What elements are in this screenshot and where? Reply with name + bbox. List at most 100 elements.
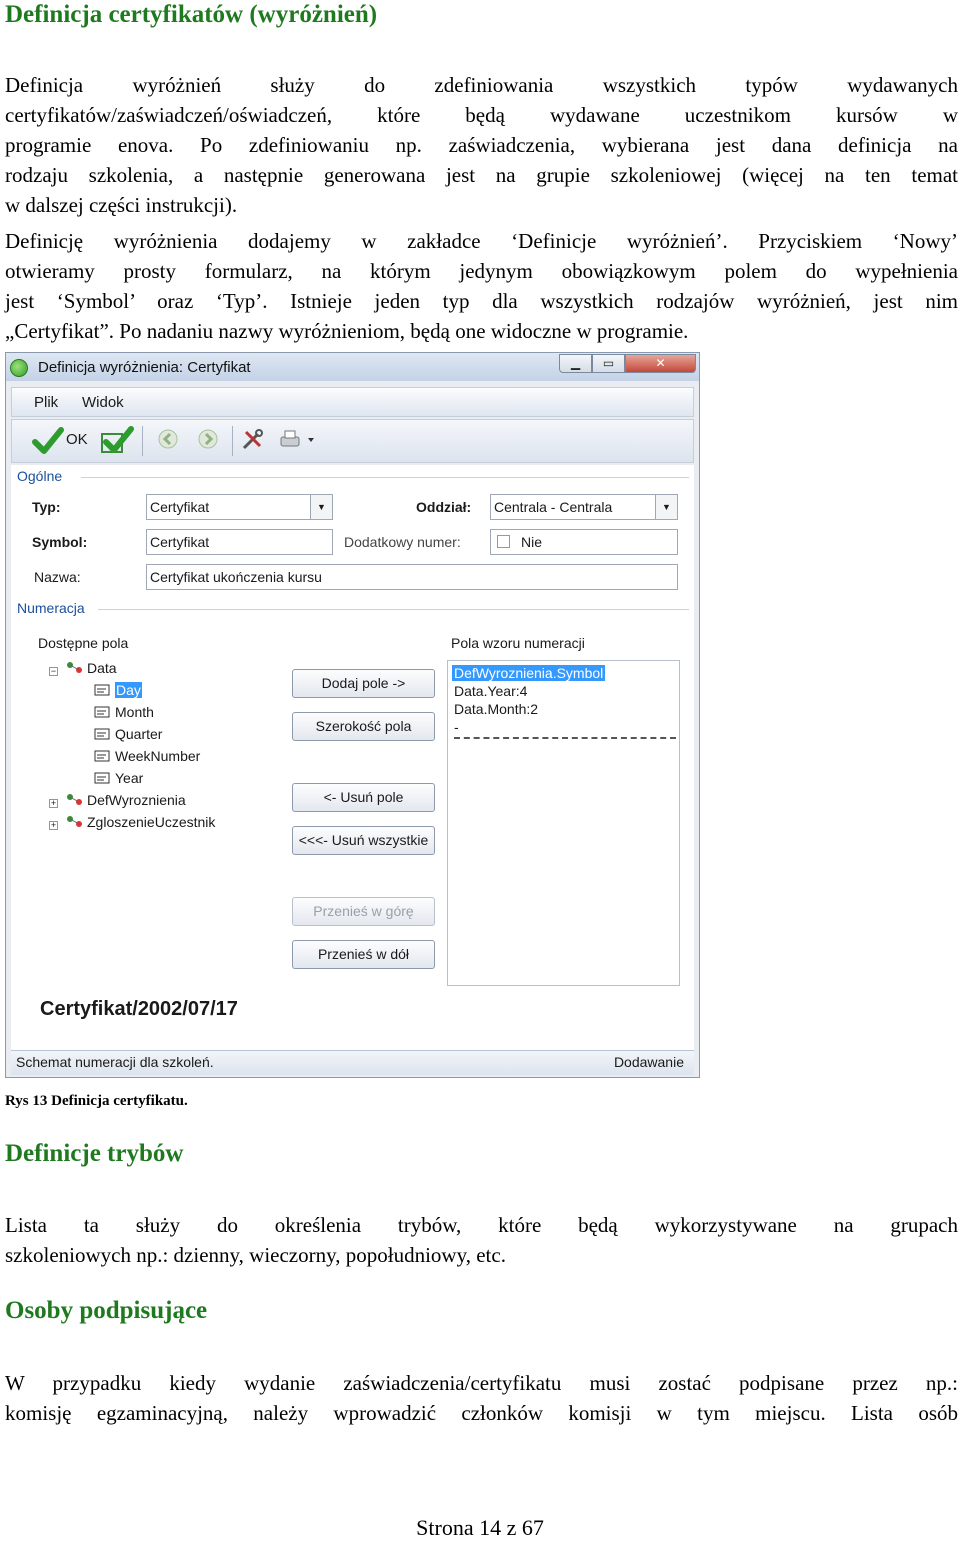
nazwa-input[interactable]: Certyfikat ukończenia kursu bbox=[146, 564, 678, 590]
toolbar: OK bbox=[11, 419, 694, 463]
typ-select[interactable]: Certyfikat ▼ bbox=[146, 494, 333, 520]
back-arrow-icon[interactable] bbox=[157, 428, 179, 453]
forward-arrow-icon[interactable] bbox=[197, 428, 219, 453]
paragraph-modes: Lista ta służy do określenia trybów, któ… bbox=[5, 1210, 958, 1270]
menu-widok[interactable]: Widok bbox=[82, 394, 124, 411]
tree-node-day[interactable]: Day bbox=[94, 682, 142, 698]
tree-node-label: Year bbox=[115, 770, 144, 786]
node-structure-icon bbox=[67, 794, 82, 805]
tree-node-label: Quarter bbox=[115, 726, 163, 742]
tree-node-data[interactable]: Data bbox=[66, 660, 117, 676]
menu-bar: Plik Widok bbox=[11, 387, 694, 417]
app-icon bbox=[10, 359, 28, 377]
minimize-button[interactable]: ▁ bbox=[559, 354, 592, 373]
dodatkowy-numer-checkbox[interactable] bbox=[497, 535, 510, 548]
paragraph-intro: Definicja wyróżnień służy do zdefiniowan… bbox=[5, 70, 958, 220]
nazwa-label: Nazwa: bbox=[34, 569, 81, 585]
available-fields-tree[interactable]: − Data Day Month Quarter WeekNumber Year… bbox=[42, 660, 292, 840]
field-icon bbox=[94, 684, 110, 696]
field-icon bbox=[94, 772, 110, 784]
section-heading-signers: Osoby podpisujące bbox=[5, 1297, 208, 1324]
move-down-button[interactable]: Przenieś w dół bbox=[292, 940, 435, 969]
save-check-icon[interactable] bbox=[100, 426, 134, 459]
tree-node-quarter[interactable]: Quarter bbox=[94, 726, 162, 742]
tree-node-label: WeekNumber bbox=[115, 748, 201, 764]
status-text: Schemat numeracji dla szkoleń. bbox=[16, 1054, 214, 1070]
window-title: Definicja wyróżnienia: Certyfikat bbox=[38, 359, 251, 376]
tree-node-label: DefWyroznienia bbox=[87, 792, 186, 808]
tree-node-zgloszenieuczestnik[interactable]: ZgloszenieUczestnik bbox=[66, 814, 215, 830]
tree-node-month[interactable]: Month bbox=[94, 704, 154, 720]
symbol-value: Certyfikat bbox=[150, 534, 210, 550]
dodatkowy-numer-value: Nie bbox=[521, 534, 543, 550]
node-structure-icon bbox=[67, 662, 82, 673]
symbol-label: Symbol: bbox=[32, 534, 88, 550]
text-line: w dalszej części instrukcji). bbox=[5, 193, 238, 217]
menu-plik[interactable]: Plik bbox=[34, 394, 58, 411]
paragraph-adding: Definicję wyróżnienia dodajemy w zakładc… bbox=[5, 226, 958, 346]
node-structure-icon bbox=[67, 816, 82, 827]
tree-node-label: Data bbox=[87, 660, 117, 676]
group-general-title: Ogólne bbox=[17, 468, 63, 484]
window-titlebar: Definicja wyróżnienia: Certyfikat ▁ ▭ ✕ bbox=[6, 353, 699, 381]
expand-icon[interactable]: + bbox=[49, 799, 58, 808]
remove-all-button[interactable]: <<<- Usuń wszystkie bbox=[292, 826, 435, 855]
field-icon bbox=[94, 706, 110, 718]
tree-node-defwyroznienia[interactable]: DefWyroznienia bbox=[66, 792, 186, 808]
text-line: certyfikatów/zaświadczeń/oświadczeń, któ… bbox=[5, 103, 958, 127]
field-width-button[interactable]: Szerokość pola bbox=[292, 712, 435, 741]
text-line: programie enova. Po zdefiniowaniu np. za… bbox=[5, 133, 958, 157]
chevron-down-icon[interactable]: ▼ bbox=[655, 495, 677, 519]
tools-icon[interactable] bbox=[240, 428, 266, 455]
group-numeracja-title: Numeracja bbox=[17, 600, 85, 616]
text-line: Lista ta służy do określenia trybów, któ… bbox=[5, 1213, 958, 1237]
text-line: otwieramy prosty formularz, na którym je… bbox=[5, 259, 958, 283]
list-item[interactable]: Data.Month:2 bbox=[454, 701, 538, 717]
figure-caption: Rys 13 Definicja certyfikatu. bbox=[5, 1093, 188, 1109]
dodatkowy-numer-label: Dodatkowy numer: bbox=[344, 534, 461, 550]
field-icon bbox=[94, 750, 110, 762]
symbol-input[interactable]: Certyfikat bbox=[146, 529, 333, 555]
tree-node-label: ZgloszenieUczestnik bbox=[87, 814, 216, 830]
remove-field-button[interactable]: <- Usuń pole bbox=[292, 783, 435, 812]
chevron-down-icon[interactable]: ▼ bbox=[310, 495, 332, 519]
text-line: Definicja wyróżnień służy do zdefiniowan… bbox=[5, 73, 958, 97]
list-end-marker bbox=[454, 737, 676, 739]
text-line: „Certyfikat”. Po nadaniu nazwy wyróżnien… bbox=[5, 319, 689, 343]
oddzial-value: Centrala - Centrala bbox=[494, 499, 613, 515]
maximize-button[interactable]: ▭ bbox=[592, 354, 625, 373]
status-mode: Dodawanie bbox=[613, 1054, 684, 1070]
print-icon[interactable] bbox=[278, 428, 318, 455]
available-fields-label: Dostępne pola bbox=[38, 635, 129, 651]
add-field-button[interactable]: Dodaj pole -> bbox=[292, 669, 435, 698]
pattern-fields-list[interactable]: DefWyroznienia.Symbol Data.Year:4 Data.M… bbox=[447, 660, 680, 986]
text-line: komisję egzaminacyjną, należy wprowadzić… bbox=[5, 1401, 958, 1425]
list-item[interactable]: - bbox=[454, 719, 459, 735]
typ-label: Typ: bbox=[32, 499, 61, 515]
list-item[interactable]: DefWyroznienia.Symbol bbox=[452, 665, 606, 681]
oddzial-label: Oddział: bbox=[416, 499, 472, 515]
text-line: rodzaju szkolenia, a następnie generowan… bbox=[5, 163, 958, 187]
typ-value: Certyfikat bbox=[150, 499, 210, 515]
status-bar: Schemat numeracji dla szkoleń. Dodawanie bbox=[11, 1050, 694, 1075]
text-line: Definicję wyróżnienia dodajemy w zakładc… bbox=[5, 229, 958, 253]
ok-button[interactable]: OK bbox=[66, 431, 88, 448]
oddzial-select[interactable]: Centrala - Centrala ▼ bbox=[490, 494, 678, 520]
tree-node-weeknumber[interactable]: WeekNumber bbox=[94, 748, 200, 764]
collapse-icon[interactable]: − bbox=[49, 667, 58, 676]
ok-check-icon[interactable] bbox=[32, 426, 64, 459]
text-line: W przypadku kiedy wydanie zaświadczenia/… bbox=[5, 1371, 958, 1395]
page-number: Strona 14 z 67 bbox=[416, 1515, 544, 1540]
expand-icon[interactable]: + bbox=[49, 821, 58, 830]
list-item[interactable]: Data.Year:4 bbox=[454, 683, 527, 699]
section-heading-certificates: Definicja certyfikatów (wyróżnień) bbox=[5, 1, 378, 28]
numbering-preview: Certyfikat/2002/07/17 bbox=[40, 998, 238, 1020]
close-button[interactable]: ✕ bbox=[625, 354, 696, 373]
tree-node-label: Day bbox=[115, 682, 142, 698]
move-up-button[interactable]: Przenieś w górę bbox=[292, 897, 435, 926]
dodatkowy-numer-field[interactable]: Nie bbox=[490, 529, 678, 555]
text-line: jest ‘Symbol’ oraz ‘Typ’. Istnieje jeden… bbox=[5, 289, 958, 313]
tree-node-year[interactable]: Year bbox=[94, 770, 143, 786]
definition-window: Definicja wyróżnienia: Certyfikat ▁ ▭ ✕ … bbox=[5, 352, 700, 1078]
nazwa-value: Certyfikat ukończenia kursu bbox=[150, 569, 322, 585]
